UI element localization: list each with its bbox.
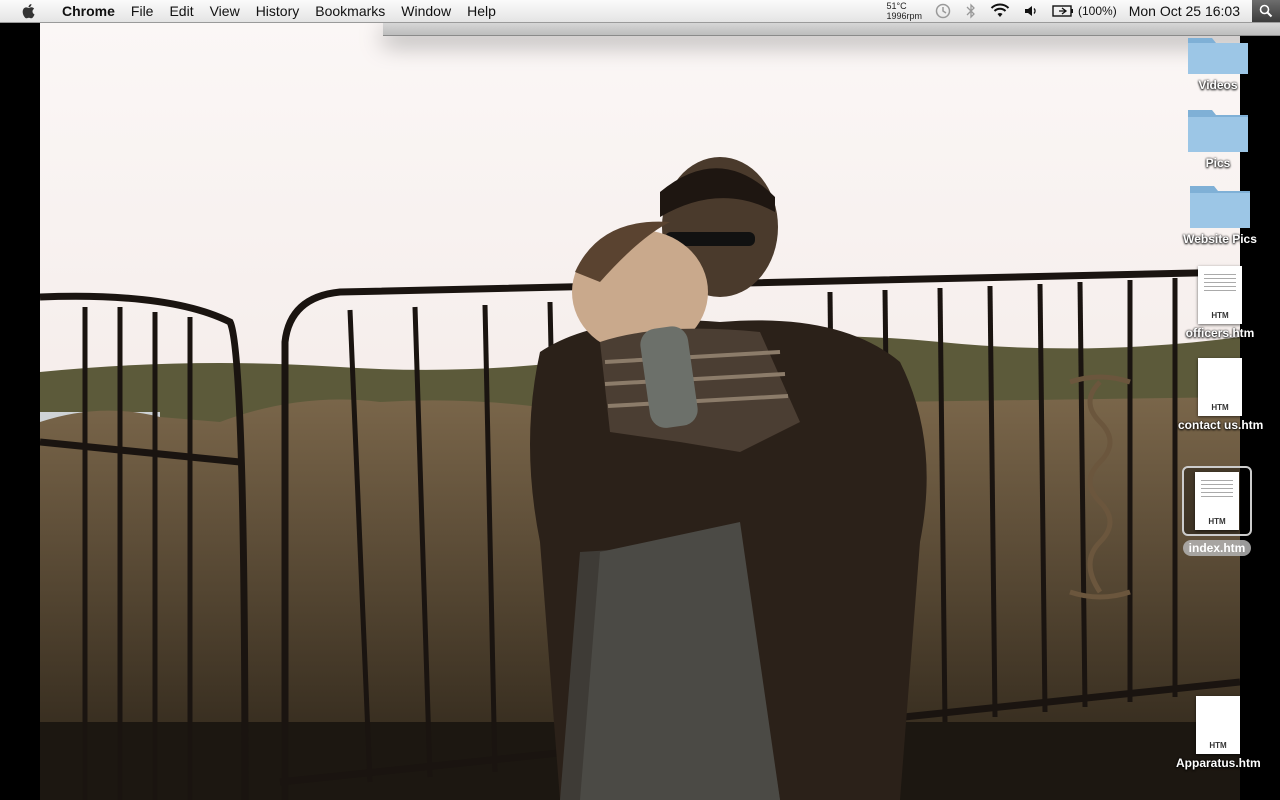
menu-app-chrome[interactable]: Chrome	[54, 0, 123, 22]
file-type-tag: HTM	[1209, 741, 1227, 750]
status-area: 51°C 1996rpm (100%) Mon Oct 25 16:03	[886, 0, 1280, 22]
time-machine-icon[interactable]	[934, 2, 952, 20]
desktop-icon-contact-us[interactable]: HTM contact us.htm	[1172, 354, 1268, 434]
battery-percentage: (100%)	[1078, 4, 1117, 18]
bluetooth-icon[interactable]	[966, 3, 976, 19]
desktop-icon-label: Videos	[1198, 78, 1238, 92]
folder-icon	[1170, 36, 1266, 76]
folder-icon	[1170, 104, 1266, 154]
file-thumbnail: HTM	[1198, 358, 1242, 416]
menu-bar: Chrome File Edit View History Bookmarks …	[0, 0, 1280, 23]
menu-window[interactable]: Window	[393, 0, 459, 22]
fan-speed-value: 1996rpm	[886, 11, 923, 21]
html-file-icon: HTM	[1172, 262, 1268, 324]
desktop-icon-label: contact us.htm	[1178, 418, 1264, 432]
desktop-icon-label: Website Pics	[1183, 232, 1257, 246]
desktop-icon-pics[interactable]: Pics	[1170, 104, 1266, 172]
desktop-wallpaper	[40, 22, 1240, 800]
temperature-readout[interactable]: 51°C 1996rpm	[886, 1, 922, 21]
file-type-tag: HTM	[1211, 403, 1229, 412]
apple-menu-icon[interactable]	[20, 2, 38, 20]
desktop-icon-label: index.htm	[1182, 540, 1252, 556]
menu-view[interactable]: View	[202, 0, 248, 22]
folder-icon	[1172, 180, 1268, 230]
file-type-tag: HTM	[1211, 311, 1229, 320]
wifi-icon[interactable]	[990, 3, 1010, 19]
menu-edit[interactable]: Edit	[161, 0, 201, 22]
desktop-icon-videos[interactable]: Videos	[1170, 36, 1266, 94]
desktop-icon-index[interactable]: HTM index.htm	[1169, 466, 1265, 557]
file-thumbnail: HTM	[1198, 266, 1242, 324]
spotlight-search-icon[interactable]	[1252, 0, 1280, 22]
html-file-icon: HTM	[1172, 354, 1268, 416]
menu-history[interactable]: History	[248, 0, 308, 22]
volume-icon[interactable]	[1024, 4, 1038, 18]
file-type-tag: HTM	[1208, 517, 1226, 526]
menu-file[interactable]: File	[123, 0, 162, 22]
temperature-value: 51°C	[886, 1, 907, 11]
battery-icon[interactable]	[1052, 5, 1074, 17]
background-window-edge[interactable]	[383, 22, 1280, 36]
html-file-icon: HTM	[1182, 466, 1252, 536]
wallpaper-photo	[40, 22, 1240, 800]
file-thumbnail: HTM	[1196, 696, 1240, 754]
desktop-icon-label: Pics	[1205, 156, 1231, 170]
desktop-icon-apparatus[interactable]: HTM Apparatus.htm	[1170, 692, 1266, 772]
desktop-icon-website-pics[interactable]: Website Pics	[1172, 180, 1268, 248]
desktop-icon-label: Apparatus.htm	[1176, 756, 1261, 770]
desktop-icon-label: officers.htm	[1185, 326, 1255, 340]
menu-bookmarks[interactable]: Bookmarks	[307, 0, 393, 22]
menu-clock[interactable]: Mon Oct 25 16:03	[1129, 3, 1240, 19]
desktop-icon-officers[interactable]: HTM officers.htm	[1172, 262, 1268, 342]
html-file-icon: HTM	[1170, 692, 1266, 754]
menu-help[interactable]: Help	[459, 0, 504, 22]
file-thumbnail: HTM	[1195, 472, 1239, 530]
